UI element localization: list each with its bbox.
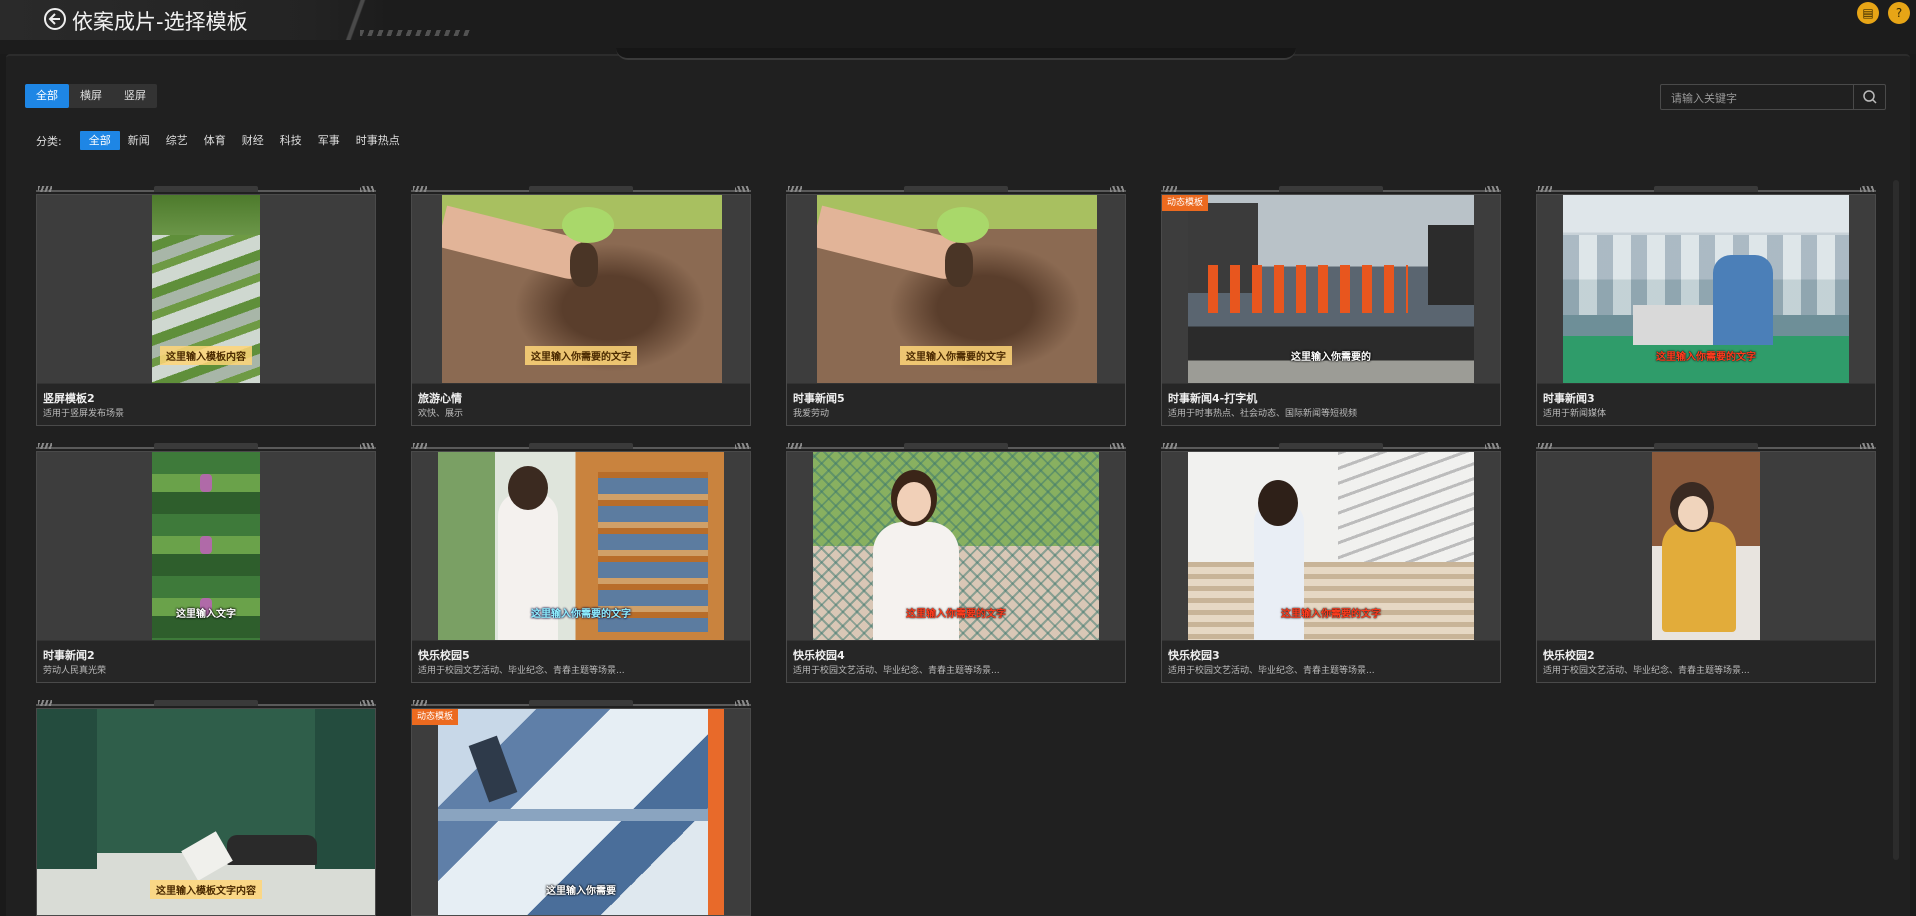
thumbnail-caption: 这里输入文字	[176, 609, 236, 620]
template-thumbnail: 这里输入你需要的文字	[1162, 452, 1500, 640]
thumbnail-caption: 这里输入你需要的	[1291, 352, 1371, 363]
category-filter: 分类: 全部 新闻 综艺 体育 财经 科技 军事 时事热点	[36, 131, 408, 150]
template-card[interactable]: 动态模板 这里输入你需要	[411, 700, 751, 916]
orientation-tabs: 全部 横屏 竖屏	[25, 84, 157, 108]
panel-notch-decoration	[616, 48, 1296, 60]
template-name: 快乐校园3	[1168, 649, 1220, 662]
template-thumbnail: 这里输入你需要的文字	[412, 452, 750, 640]
thumbnail-caption: 这里输入你需要的文字	[531, 609, 631, 620]
thumbnail-caption: 这里输入你需要	[546, 886, 616, 897]
template-thumbnail: 这里输入你需要的文字	[787, 452, 1125, 640]
template-thumbnail: 这里输入模板文字内容	[37, 709, 375, 915]
tab-all[interactable]: 全部	[25, 84, 69, 108]
back-button[interactable]	[44, 8, 66, 30]
template-name: 时事新闻3	[1543, 392, 1595, 405]
template-card[interactable]: 这里输入你需要的文字 快乐校园4 适用于校园文艺活动、毕业纪念、青春主题等场景.…	[786, 443, 1126, 683]
template-card[interactable]: 这里输入你需要的文字 快乐校园3 适用于校园文艺活动、毕业纪念、青春主题等场景.…	[1161, 443, 1501, 683]
template-thumbnail: 动态模板 这里输入你需要	[412, 709, 750, 915]
template-card[interactable]: 这里输入模板内容 竖屏模板2 适用于竖屏发布场景	[36, 186, 376, 426]
search-button[interactable]	[1853, 85, 1885, 109]
template-thumbnail: 动态模板 这里输入你需要的	[1162, 195, 1500, 383]
thumbnail-caption: 这里输入你需要的文字	[1656, 352, 1756, 363]
tab-horizontal[interactable]: 横屏	[69, 84, 113, 108]
category-tech[interactable]: 科技	[272, 131, 310, 150]
category-all[interactable]: 全部	[79, 131, 120, 150]
title-bar: 依案成片-选择模板 ▤ ?	[0, 0, 1916, 54]
template-name: 时事新闻5	[793, 392, 845, 405]
thumbnail-caption: 这里输入你需要的文字	[525, 346, 637, 365]
thumbnail-caption: 这里输入你需要的文字	[1281, 609, 1381, 620]
search-box	[1660, 84, 1886, 110]
template-desc: 欢快、展示	[418, 409, 464, 419]
help-icon[interactable]: ?	[1888, 2, 1910, 24]
arrow-left-icon	[48, 13, 60, 25]
thumbnail-caption: 这里输入你需要的文字	[906, 609, 1006, 620]
template-card[interactable]: 这里输入你需要的文字 快乐校园5 适用于校园文艺活动、毕业纪念、青春主题等场景.…	[411, 443, 751, 683]
template-name: 时事新闻2	[43, 649, 95, 662]
category-sports[interactable]: 体育	[196, 131, 234, 150]
search-input[interactable]	[1671, 89, 1841, 107]
category-military[interactable]: 军事	[310, 131, 348, 150]
template-desc: 适用于校园文艺活动、毕业纪念、青春主题等场景...	[793, 666, 1000, 676]
template-card[interactable]: 这里输入文字 时事新闻2 劳动人民真光荣	[36, 443, 376, 683]
template-card[interactable]: 动态模板 这里输入你需要的 时事新闻4-打字机 适用于时事热点、社会动态、国际新…	[1161, 186, 1501, 426]
dynamic-template-badge: 动态模板	[1162, 195, 1209, 211]
thumbnail-caption: 这里输入模板文字内容	[150, 880, 262, 899]
notice-icon[interactable]: ▤	[1857, 2, 1879, 24]
template-desc: 适用于新闻媒体	[1543, 409, 1607, 419]
template-desc: 我爱劳动	[793, 409, 830, 419]
template-card[interactable]: 这里输入你需要的文字 时事新闻5 我爱劳动	[786, 186, 1126, 426]
scrollbar[interactable]	[1893, 180, 1899, 860]
template-desc: 适用于竖屏发布场景	[43, 409, 125, 419]
yellow-girl-image	[1652, 452, 1760, 640]
thumbnail-caption: 这里输入模板内容	[160, 346, 252, 365]
template-card[interactable]: 快乐校园2 适用于校园文艺活动、毕业纪念、青春主题等场景...	[1536, 443, 1876, 683]
template-thumbnail: 这里输入你需要的文字	[787, 195, 1125, 383]
template-name: 快乐校园2	[1543, 649, 1595, 662]
category-news[interactable]: 新闻	[120, 131, 158, 150]
template-thumbnail: 这里输入文字	[37, 452, 375, 640]
template-card[interactable]: 这里输入模板文字内容	[36, 700, 376, 916]
template-desc: 适用于校园文艺活动、毕业纪念、青春主题等场景...	[418, 666, 625, 676]
category-hot-topics[interactable]: 时事热点	[348, 131, 408, 150]
template-name: 时事新闻4-打字机	[1168, 392, 1258, 405]
template-card[interactable]: 这里输入你需要的文字 时事新闻3 适用于新闻媒体	[1536, 186, 1876, 426]
template-thumbnail	[1537, 452, 1875, 640]
category-variety[interactable]: 综艺	[158, 131, 196, 150]
dynamic-template-badge: 动态模板	[412, 709, 459, 725]
page-title: 依案成片-选择模板	[72, 10, 248, 34]
tab-vertical[interactable]: 竖屏	[113, 84, 157, 108]
template-thumbnail: 这里输入你需要的文字	[1537, 195, 1875, 383]
category-label: 分类:	[36, 134, 62, 148]
template-desc: 适用于校园文艺活动、毕业纪念、青春主题等场景...	[1543, 666, 1750, 676]
template-name: 旅游心情	[418, 392, 462, 405]
category-finance[interactable]: 财经	[234, 131, 272, 150]
search-icon	[1863, 90, 1877, 104]
template-card[interactable]: 这里输入你需要的文字 旅游心情 欢快、展示	[411, 186, 751, 426]
template-thumbnail: 这里输入你需要的文字	[412, 195, 750, 383]
title-stripes-decoration	[360, 30, 470, 36]
template-name: 快乐校园4	[793, 649, 845, 662]
template-desc: 适用于时事热点、社会动态、国际新闻等短视频	[1168, 409, 1358, 419]
thumbnail-caption: 这里输入你需要的文字	[900, 346, 1012, 365]
template-desc: 劳动人民真光荣	[43, 666, 107, 676]
template-name: 快乐校园5	[418, 649, 470, 662]
template-thumbnail: 这里输入模板内容	[37, 195, 375, 383]
template-name: 竖屏模板2	[43, 392, 95, 405]
template-desc: 适用于校园文艺活动、毕业纪念、青春主题等场景...	[1168, 666, 1375, 676]
